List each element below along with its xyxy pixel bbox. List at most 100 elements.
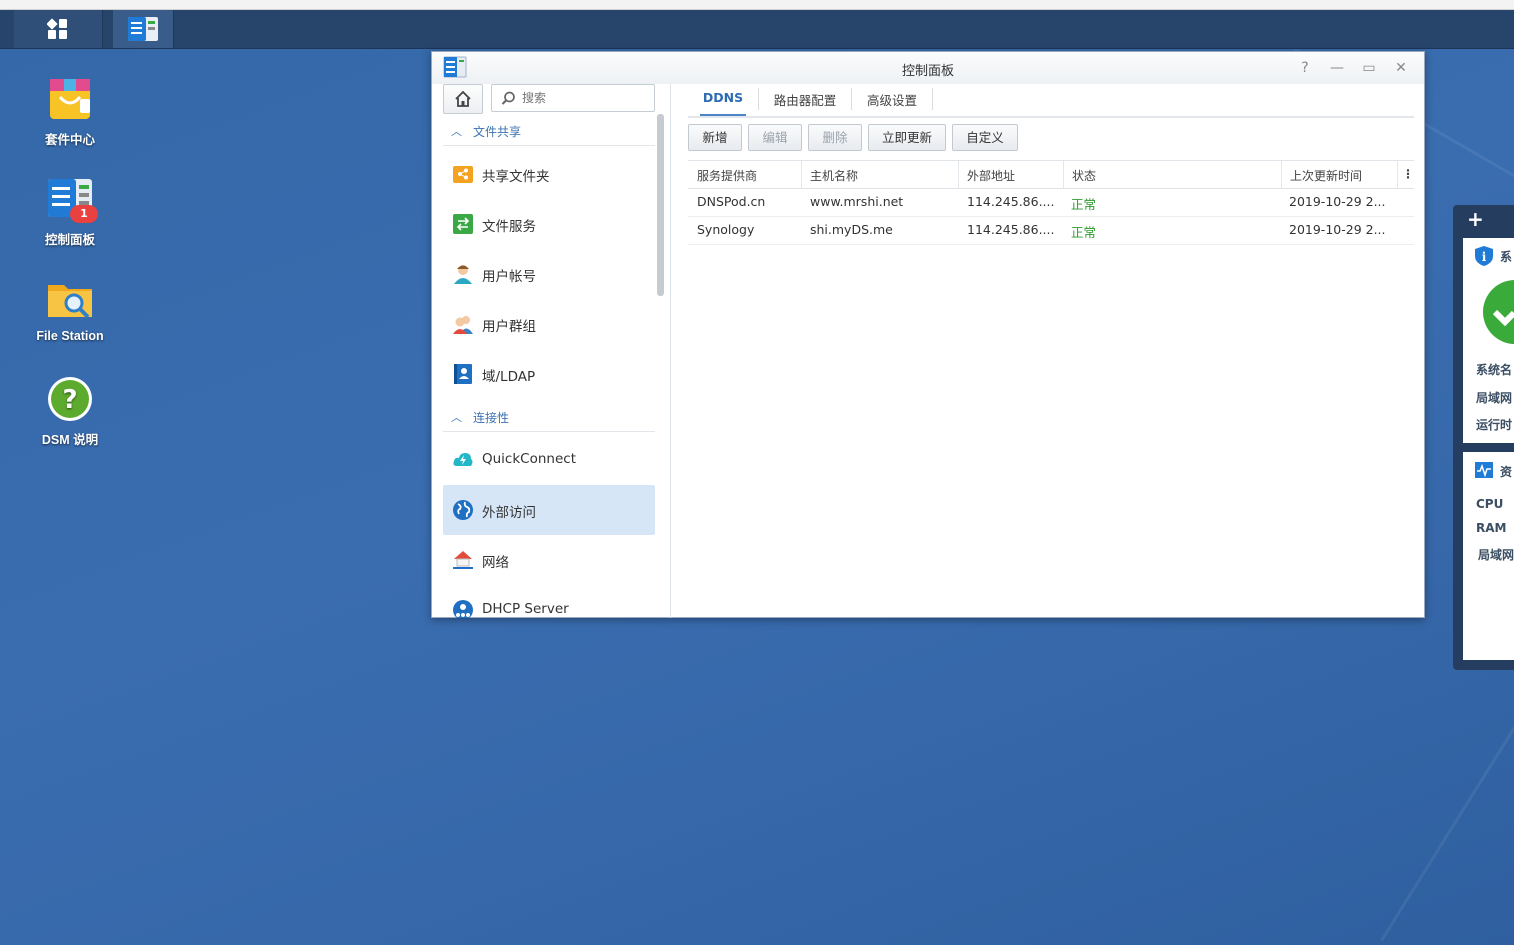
sidebar-item-domain-ldap[interactable]: 域/LDAP — [443, 349, 655, 399]
column-header-status[interactable]: 状态 — [1072, 167, 1096, 184]
group-icon — [453, 316, 473, 334]
home-icon — [455, 91, 471, 107]
chevron-up-icon: ︿ — [451, 411, 462, 424]
cell-external-address: 114.245.86.... — [967, 194, 1055, 209]
taskbar-control-panel-button[interactable] — [113, 10, 174, 48]
tab-advanced-settings[interactable]: 高级设置 — [852, 90, 932, 112]
sidebar-item-label: 外部访问 — [482, 505, 536, 521]
sidebar-scrollbar[interactable] — [657, 114, 664, 296]
customize-button[interactable]: 自定义 — [952, 124, 1018, 151]
file-station-icon — [48, 285, 92, 319]
svg-text:?: ? — [62, 385, 77, 415]
main-menu-button[interactable] — [14, 10, 103, 48]
file-services-icon — [453, 214, 473, 234]
desktop-icon-package-center[interactable]: 套件中心 — [20, 75, 120, 148]
system-name-label: 系统名 — [1476, 363, 1513, 377]
resource-widget-title: 资 — [1500, 465, 1513, 479]
sidebar-item-label: 用户群组 — [482, 319, 536, 335]
column-menu-icon[interactable]: ⋮ — [1402, 167, 1414, 181]
sidebar-item-label: 用户帐号 — [482, 269, 536, 285]
cell-status: 正常 — [1071, 225, 1097, 240]
column-header-last-updated[interactable]: 上次更新时间 — [1290, 167, 1362, 184]
tab-ddns[interactable]: DDNS — [688, 90, 758, 112]
info-shield-icon: i — [1475, 246, 1493, 266]
section-title: 文件共享 — [473, 125, 522, 139]
cell-provider: Synology — [697, 222, 755, 237]
widget-panel: + i 系 系统名 局域网 运行时 资 CPU RAM 局域网 — [1453, 205, 1514, 670]
sidebar-item-external-access[interactable]: 外部访问 — [443, 485, 655, 535]
cell-status: 正常 — [1071, 197, 1097, 212]
column-divider — [958, 161, 959, 188]
notification-badge: 1 — [70, 205, 98, 223]
sidebar-item-label: 文件服务 — [482, 219, 536, 235]
desktop-icon-label: 控制面板 — [44, 233, 95, 247]
add-widget-button[interactable]: + — [1467, 207, 1484, 231]
desktop-icon-control-panel[interactable]: 1 控制面板 — [20, 175, 120, 248]
ram-label: RAM — [1476, 521, 1507, 535]
desktop-icon-dsm-help[interactable]: ? DSM 说明 — [20, 375, 120, 448]
minimize-button[interactable]: — — [1328, 59, 1346, 77]
sidebar-item-quickconnect[interactable]: QuickConnect — [443, 435, 655, 485]
sidebar: ︿ 文件共享 共享文件夹 文件服务 用户帐号 — [432, 84, 671, 618]
table-row[interactable]: Synology shi.myDS.me 114.245.86.... 正常 2… — [688, 216, 1414, 245]
cell-last-updated: 2019-10-29 2... — [1289, 222, 1386, 237]
column-divider — [1281, 161, 1282, 188]
sidebar-item-shared-folder[interactable]: 共享文件夹 — [443, 149, 655, 199]
update-now-button[interactable]: 立即更新 — [868, 124, 946, 151]
desktop-icon-label: DSM 说明 — [41, 433, 99, 447]
tab-divider — [932, 88, 933, 110]
maximize-button[interactable]: ▭ — [1360, 59, 1378, 77]
svg-text:i: i — [1482, 250, 1487, 264]
search-box[interactable] — [491, 84, 655, 112]
package-center-icon — [50, 79, 90, 119]
sidebar-item-user[interactable]: 用户帐号 — [443, 249, 655, 299]
column-divider — [1397, 161, 1398, 188]
add-button[interactable]: 新增 — [688, 124, 742, 151]
cell-provider: DNSPod.cn — [697, 194, 766, 209]
chevron-up-icon: ︿ — [451, 125, 462, 138]
column-header-hostname[interactable]: 主机名称 — [810, 167, 858, 184]
sidebar-item-network[interactable]: 网络 — [443, 535, 655, 585]
table-header: 服务提供商 主机名称 外部地址 状态 上次更新时间 ⋮ — [688, 160, 1414, 189]
uptime-label: 运行时 — [1476, 418, 1513, 432]
section-header-connectivity[interactable]: ︿ 连接性 — [443, 403, 655, 432]
window-title: 控制面板 — [901, 64, 954, 79]
search-input[interactable] — [520, 90, 649, 106]
close-button[interactable]: ✕ — [1392, 59, 1410, 77]
cell-hostname: shi.myDS.me — [810, 222, 893, 237]
lan-label: 局域网 — [1476, 391, 1513, 405]
lan-usage-label: 局域网 — [1478, 548, 1514, 562]
network-icon — [453, 551, 473, 569]
delete-button[interactable]: 删除 — [808, 124, 862, 151]
tab-router-config[interactable]: 路由器配置 — [759, 90, 851, 112]
column-header-external-address[interactable]: 外部地址 — [967, 167, 1015, 184]
desktop-icon-file-station[interactable]: File Station — [20, 275, 120, 343]
section-header-file-sharing[interactable]: ︿ 文件共享 — [443, 117, 655, 146]
system-widget-title: 系 — [1500, 250, 1513, 264]
resource-monitor-icon — [1475, 462, 1493, 478]
column-header-provider[interactable]: 服务提供商 — [697, 167, 757, 184]
main-content: DDNS 路由器配置 高级设置 新增 编辑 删除 立即更新 自定义 服务提供商 … — [670, 84, 1424, 618]
sidebar-item-label: 共享文件夹 — [482, 169, 550, 185]
sidebar-item-label: 网络 — [482, 555, 509, 571]
sidebar-item-label: 域/LDAP — [482, 369, 536, 385]
grid-icon — [47, 18, 67, 39]
help-button[interactable]: ? — [1296, 59, 1314, 77]
window-titlebar[interactable]: 控制面板 ? — ▭ ✕ — [432, 52, 1424, 84]
sidebar-item-file-services[interactable]: 文件服务 — [443, 199, 655, 249]
section-title: 连接性 — [473, 411, 510, 425]
edit-button[interactable]: 编辑 — [748, 124, 802, 151]
system-health-widget: i 系 系统名 局域网 运行时 — [1463, 238, 1514, 443]
tab-bar: DDNS 路由器配置 高级设置 — [688, 84, 1414, 118]
home-button[interactable] — [443, 84, 483, 114]
ldap-icon — [454, 364, 472, 384]
sidebar-item-group[interactable]: 用户群组 — [443, 299, 655, 349]
help-icon: ? — [48, 377, 92, 421]
taskbar — [0, 10, 1514, 49]
sidebar-item-label: QuickConnect — [482, 451, 576, 467]
check-icon — [1483, 280, 1514, 344]
desktop-icon-label: File Station — [36, 329, 104, 343]
column-divider — [1063, 161, 1064, 188]
sidebar-item-dhcp-server[interactable]: DHCP Server — [443, 585, 655, 618]
table-row[interactable]: DNSPod.cn www.mrshi.net 114.245.86.... 正… — [688, 188, 1414, 217]
